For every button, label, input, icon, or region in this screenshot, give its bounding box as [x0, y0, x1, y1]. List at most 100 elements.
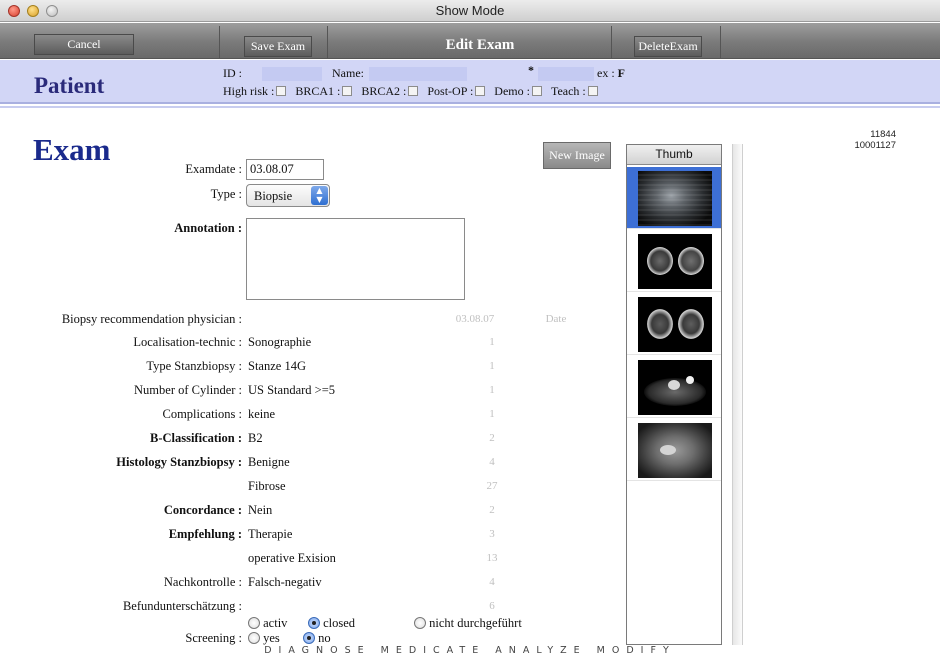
- radio-icon: [248, 617, 260, 629]
- row-value[interactable]: B2: [248, 431, 263, 446]
- row-value[interactable]: Stanze 14G: [248, 359, 306, 374]
- zoom-window-icon[interactable]: [46, 5, 58, 17]
- radio-selected-icon: [303, 632, 315, 644]
- status-closed-label: closed: [323, 616, 356, 630]
- thumbnail-item[interactable]: [627, 356, 721, 418]
- annotation-textarea[interactable]: [246, 218, 465, 300]
- row-date-caption: Date: [545, 313, 567, 325]
- thumbnail-item[interactable]: [627, 230, 721, 292]
- row-label: Empfehlung :: [168, 527, 242, 541]
- exam-heading: Exam: [33, 132, 111, 167]
- mri-thumbnail: [638, 234, 712, 289]
- patient-name-field[interactable]: [369, 67, 467, 81]
- examdate-label: Examdate :: [185, 162, 242, 176]
- demo-checkbox[interactable]: [531, 86, 542, 96]
- brand-tagline: DIAGNOSE MEDICATE ANALYZE MODIFY: [264, 645, 676, 655]
- record-ids: 11844 10001127: [854, 129, 896, 151]
- row-label: B-Classification :: [149, 431, 242, 445]
- toolbar-title: Edit Exam: [445, 37, 515, 53]
- row-value[interactable]: Falsch-negativ: [248, 575, 322, 590]
- select-arrows-icon: ▲ ▼: [311, 186, 328, 205]
- record-id-2: 10001127: [854, 140, 896, 151]
- brca1-checkbox[interactable]: [342, 86, 353, 96]
- patient-name-label: Name:: [332, 66, 364, 80]
- row-value[interactable]: operative Exision: [248, 551, 336, 566]
- mri-thumbnail: [638, 297, 712, 352]
- radio-icon: [414, 617, 426, 629]
- screening-radio-yes[interactable]: yes: [248, 631, 280, 646]
- row-label: Number of Cylinder :: [134, 383, 242, 397]
- save-exam-button[interactable]: Save Exam: [244, 36, 312, 57]
- row-value[interactable]: Sonographie: [248, 335, 311, 350]
- brca1-label: BRCA1 :: [295, 84, 341, 98]
- annotation-label: Annotation :: [174, 221, 242, 235]
- close-window-icon[interactable]: [8, 5, 20, 17]
- delete-exam-button[interactable]: DeleteExam: [634, 36, 702, 57]
- status-radio-closed[interactable]: closed: [308, 616, 355, 631]
- row-label: Type Stanzbiopsy :: [146, 359, 242, 373]
- screening-no-label: no: [318, 631, 331, 645]
- row-value[interactable]: US Standard >=5: [248, 383, 335, 398]
- row-count: 13: [486, 552, 498, 564]
- thumbnail-scrollbar[interactable]: [732, 144, 743, 645]
- mri-thumbnail: [638, 423, 712, 478]
- record-id-1: 11844: [870, 129, 896, 140]
- minimize-window-icon[interactable]: [27, 5, 39, 17]
- row-count: 1: [489, 360, 495, 372]
- row-label: Histology Stanzbiopsy :: [116, 455, 242, 469]
- patient-flags-row: High risk : BRCA1 : BRCA2 : Post-OP : De…: [223, 84, 598, 99]
- status-radio-nicht[interactable]: nicht durchgeführt: [414, 616, 522, 631]
- row-count: 1: [489, 336, 495, 348]
- type-select[interactable]: Biopsie ▲ ▼: [246, 184, 330, 207]
- patient-heading: Patient: [34, 73, 105, 98]
- row-value[interactable]: Nein: [248, 503, 272, 518]
- examdate-input[interactable]: 03.08.07: [246, 159, 324, 180]
- type-label: Type :: [210, 187, 242, 201]
- radio-selected-icon: [308, 617, 320, 629]
- thumbnail-list[interactable]: Thumb: [626, 144, 722, 645]
- row-label: Biopsy recommendation physician :: [61, 312, 242, 326]
- teach-label: Teach :: [550, 84, 586, 98]
- status-activ-label: activ: [263, 616, 288, 630]
- status-radio-activ[interactable]: activ: [248, 616, 287, 631]
- row-count: 1: [489, 384, 495, 396]
- row-count: 27: [486, 480, 498, 492]
- thumbnail-item[interactable]: [627, 167, 721, 229]
- new-image-button[interactable]: New Image: [543, 142, 611, 169]
- high-risk-label: High risk :: [223, 84, 275, 98]
- toolbar-divider: [219, 26, 220, 59]
- row-label: Localisation-technic :: [133, 335, 242, 349]
- demo-label: Demo :: [494, 84, 530, 98]
- patient-sex-value: F: [617, 66, 626, 80]
- row-value[interactable]: keine: [248, 407, 275, 422]
- mri-thumbnail: [638, 360, 712, 415]
- patient-extra-field[interactable]: [538, 67, 594, 81]
- cancel-button[interactable]: Cancel: [34, 34, 134, 55]
- row-label: Nachkontrolle :: [163, 575, 242, 589]
- row-count: 4: [489, 576, 495, 588]
- high-risk-checkbox[interactable]: [276, 86, 287, 96]
- teach-checkbox[interactable]: [587, 86, 598, 96]
- row-count: 2: [489, 504, 495, 516]
- thumbnail-item[interactable]: [627, 419, 721, 481]
- required-asterisk: *: [528, 63, 534, 77]
- toolbar-divider: [327, 26, 328, 59]
- row-value[interactable]: Therapie: [248, 527, 292, 542]
- thumbnail-item[interactable]: [627, 293, 721, 355]
- row-value[interactable]: Fibrose: [248, 479, 286, 494]
- row-label: Concordance :: [163, 503, 242, 517]
- post-op-checkbox[interactable]: [475, 86, 486, 96]
- patient-id-field[interactable]: [262, 67, 322, 81]
- brca2-checkbox[interactable]: [408, 86, 419, 96]
- brca2-label: BRCA2 :: [361, 84, 407, 98]
- patient-id-label: ID :: [223, 66, 242, 80]
- row-count: 6: [489, 600, 495, 612]
- row-value[interactable]: Benigne: [248, 455, 290, 470]
- ultrasound-thumbnail: [638, 171, 712, 226]
- screening-radio-no[interactable]: no: [303, 631, 331, 646]
- row-count: 3: [489, 528, 495, 540]
- row-label: Befundunterschätzung :: [122, 599, 242, 613]
- toolbar-divider: [611, 26, 612, 59]
- screening-yes-label: yes: [263, 631, 280, 645]
- thumb-column-header: Thumb: [627, 145, 721, 165]
